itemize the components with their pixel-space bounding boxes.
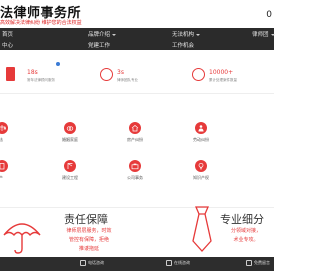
- nav-item-lawyers-label: 律师团: [252, 32, 269, 38]
- stat-item: 10000+ 累计处理案件数量: [192, 66, 272, 88]
- tab-label: 在线咨询: [174, 260, 190, 265]
- feature-desc: 分领域对接， 术业专攻。: [220, 227, 272, 245]
- feature-title: 责任保障: [64, 213, 108, 226]
- tab-label: 免费留言: [254, 260, 270, 265]
- service-item[interactable]: 公司事务: [120, 160, 150, 184]
- feature-title: 专业细分: [220, 213, 264, 226]
- service-item[interactable]: 产: [0, 160, 30, 184]
- service-label: 劳动纠纷: [193, 137, 209, 142]
- nav-item-jobs[interactable]: 工作机会: [172, 41, 194, 49]
- nav-item-brand[interactable]: 品牌介绍: [88, 30, 117, 38]
- site-subtitle: 高效解决法律纠纷 维护您的合法权益: [0, 20, 82, 26]
- tab-free-message[interactable]: 免费留言: [246, 260, 270, 266]
- stat-icon: [6, 67, 15, 81]
- main-nav: 首页 品牌介绍 无法机构 律师团 中心 党建工作 工作机会: [0, 28, 275, 50]
- service-item[interactable]: 建设工程: [55, 160, 85, 184]
- tab-online-consult[interactable]: 在线咨询: [166, 260, 190, 266]
- house-icon: [129, 122, 141, 134]
- service-item[interactable]: 知识产权: [186, 160, 216, 184]
- feature-desc-line: 律师层层服务，时效: [66, 228, 112, 234]
- stat-label: 常年法律顾问服务: [27, 78, 55, 82]
- chevron-down-icon: [270, 33, 275, 36]
- service-item[interactable]: 房产纠纷: [120, 122, 150, 146]
- nav-item-home[interactable]: 首页: [2, 30, 13, 38]
- service-label: 房产纠纷: [127, 137, 143, 142]
- feature-desc-line: 推诿拖延: [78, 246, 99, 252]
- stat-number: 3s: [117, 69, 124, 76]
- service-item[interactable]: 法: [0, 122, 30, 146]
- site-header: 法律师事务所 高效解决法律纠纷 维护您的合法权益 0: [0, 0, 274, 28]
- lawyer-icon: [100, 68, 113, 81]
- service-label: 建设工程: [62, 175, 78, 180]
- service-label: 知识产权: [193, 175, 209, 180]
- chat-icon: [166, 260, 172, 266]
- stat-label: 累计处理案件数量: [209, 78, 237, 82]
- stat-number: 10000+: [209, 69, 234, 76]
- service-item[interactable]: 劳动纠纷: [186, 122, 216, 146]
- stat-label: 律师团队专业: [117, 78, 138, 82]
- service-label: 产: [0, 175, 3, 180]
- nav-item-lawyers[interactable]: 律师团: [252, 30, 275, 38]
- tab-phone-consult[interactable]: 电话咨询: [80, 260, 104, 266]
- feature-desc-line: 术业专攻。: [233, 237, 259, 243]
- feature-specialization: 专业细分 分领域对接， 术业专攻。: [140, 206, 274, 261]
- stat-number: 18s: [27, 69, 38, 76]
- feature-desc-line: 管控有保障，拒绝: [68, 237, 109, 243]
- crane-icon: [64, 160, 76, 172]
- feature-responsibility: 责任保障 律师层层服务，时效 管控有保障，拒绝 推诿拖延: [0, 211, 140, 261]
- message-icon: [246, 260, 252, 266]
- stat-item: 3s 律师团队专业: [100, 66, 180, 88]
- phone-icon: [80, 260, 86, 266]
- briefcase-icon: [129, 160, 141, 172]
- scale-icon: [0, 122, 8, 134]
- umbrella-icon: [3, 223, 41, 254]
- service-item[interactable]: 婚姻家庭: [55, 122, 85, 146]
- building-icon: [0, 160, 8, 172]
- divider: [0, 93, 274, 94]
- divider: [0, 207, 274, 208]
- chevron-down-icon: [196, 33, 201, 36]
- feature-desc-line: 分领域对接，: [230, 228, 261, 234]
- rings-icon: [64, 122, 76, 134]
- nav-item-brand-label: 品牌介绍: [88, 32, 111, 38]
- service-label: 法: [0, 137, 3, 142]
- feature-desc: 律师层层服务，时效 管控有保障，拒绝 推诿拖延: [54, 227, 124, 254]
- nav-item-org-label: 无法机构: [172, 32, 195, 38]
- nav-item-party[interactable]: 党建工作: [88, 41, 110, 49]
- chevron-down-icon: [112, 33, 117, 36]
- worker-icon: [195, 122, 207, 134]
- tie-icon: [192, 206, 212, 252]
- service-label: 婚姻家庭: [62, 137, 78, 142]
- tab-label: 电话咨询: [88, 260, 104, 265]
- service-label: 公司事务: [127, 175, 143, 180]
- stat-item: 18s 常年法律顾问服务: [6, 66, 80, 88]
- bottom-tab-bar: 电话咨询 在线咨询 免费留言: [0, 257, 274, 271]
- nav-item-org[interactable]: 无法机构: [172, 30, 201, 38]
- bulb-icon: [195, 160, 207, 172]
- phone-number-partial[interactable]: 0: [266, 10, 272, 20]
- nav-item-center[interactable]: 中心: [2, 41, 13, 49]
- case-icon: [192, 68, 205, 81]
